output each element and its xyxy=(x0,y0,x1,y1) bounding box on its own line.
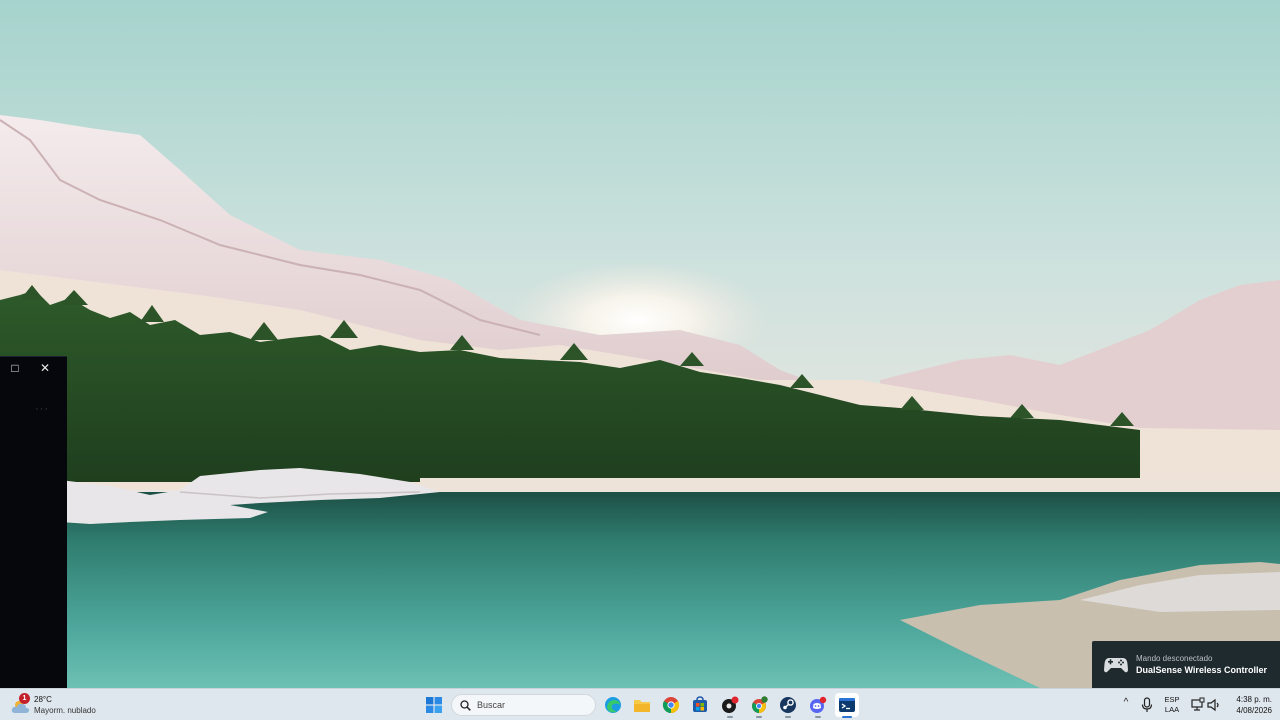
chrome-icon xyxy=(662,697,680,714)
taskbar-app-dark[interactable] xyxy=(718,693,742,718)
gamepad-icon xyxy=(1104,657,1128,672)
volume-icon[interactable] xyxy=(1207,697,1221,713)
desktop-wallpaper xyxy=(0,0,1280,688)
input-language-indicator[interactable]: ESP LAA xyxy=(1161,695,1183,715)
taskbar-search[interactable]: Buscar xyxy=(451,694,596,716)
clock-time: 4:38 p. m. xyxy=(1236,695,1272,704)
weather-widget[interactable]: 1 28°C Mayorm. nublado xyxy=(10,692,96,718)
running-indicator xyxy=(756,716,762,718)
weather-temperature: 28°C xyxy=(34,695,52,704)
clock-date: 4/08/2026 xyxy=(1236,706,1272,715)
steam-icon xyxy=(780,697,796,713)
discord-icon xyxy=(810,696,827,713)
maximize-button[interactable]: □ xyxy=(0,357,30,379)
weather-condition: Mayorm. nublado xyxy=(34,706,96,715)
taskbar-app-file-explorer[interactable] xyxy=(630,693,654,717)
chrome-icon xyxy=(752,696,768,713)
taskbar: 1 28°C Mayorm. nublado Buscar ^ ESP LAA … xyxy=(0,688,1280,720)
taskbar-app-discord[interactable] xyxy=(806,693,830,718)
taskbar-app-store[interactable] xyxy=(688,693,712,717)
show-hidden-icons-button[interactable]: ^ xyxy=(1119,697,1133,713)
mini-window-titlebar: □ ✕ xyxy=(0,357,67,379)
microphone-icon[interactable] xyxy=(1140,696,1154,714)
start-button[interactable] xyxy=(423,694,445,716)
weather-icon-wrap: 1 xyxy=(10,693,32,716)
mini-window: □ ✕ ··· xyxy=(0,356,67,688)
taskbar-app-chrome[interactable] xyxy=(659,693,683,717)
taskbar-app-terminal[interactable] xyxy=(835,693,859,718)
keyboard-layout: LAA xyxy=(1164,705,1180,714)
folder-icon xyxy=(634,700,650,712)
dark-app-icon xyxy=(722,696,739,713)
search-label: Buscar xyxy=(477,700,506,710)
taskbar-app-edge[interactable] xyxy=(601,693,625,717)
windows-logo-icon xyxy=(426,697,442,713)
active-indicator xyxy=(842,716,852,718)
edge-icon xyxy=(605,697,621,713)
taskbar-app-steam[interactable] xyxy=(776,693,800,718)
language-code: ESP xyxy=(1164,695,1180,704)
search-icon xyxy=(460,699,471,711)
toast-title: Mando desconectado xyxy=(1136,654,1213,663)
store-icon xyxy=(693,696,707,712)
system-clock[interactable]: 4:38 p. m. 4/08/2026 xyxy=(1226,694,1276,716)
more-options-button[interactable]: ··· xyxy=(30,403,54,417)
network-icon[interactable] xyxy=(1191,697,1205,713)
toast-message: DualSense Wireless Controller xyxy=(1136,665,1267,675)
landscape-illustration xyxy=(0,0,1280,688)
weather-badge: 1 xyxy=(19,693,30,704)
taskbar-app-chrome-profile[interactable] xyxy=(747,693,771,718)
running-indicator xyxy=(785,716,791,718)
terminal-icon xyxy=(839,698,855,712)
close-button[interactable]: ✕ xyxy=(30,357,60,379)
running-indicator xyxy=(815,716,821,718)
running-indicator xyxy=(727,716,733,718)
controller-disconnected-toast[interactable]: Mando desconectado DualSense Wireless Co… xyxy=(1092,641,1280,688)
